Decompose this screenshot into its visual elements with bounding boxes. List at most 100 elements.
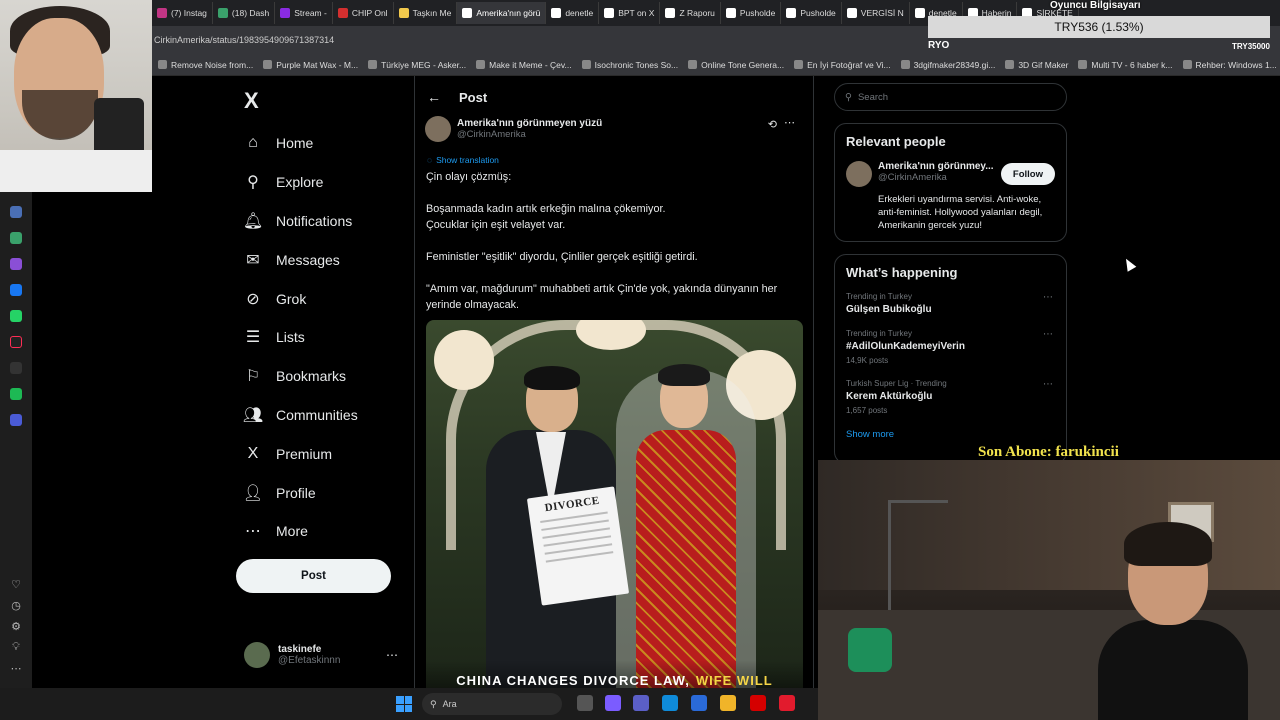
back-arrow-icon[interactable]: ← — [427, 89, 441, 105]
relevant-person[interactable]: Amerika'nın görünmey... @CirkinAmerika F… — [846, 161, 1055, 187]
file-explorer-icon[interactable] — [720, 695, 736, 711]
trend-item[interactable]: Trending in Turkey #AdilOlunKademeyiVerin… — [846, 329, 1055, 365]
browser-tab[interactable]: Z Raporu — [660, 2, 721, 24]
trend-item[interactable]: Turkish Super Lig · Trending Kerem Aktürk… — [846, 379, 1055, 415]
browser-tab[interactable]: (7) Instag — [152, 2, 213, 24]
bookmark-item[interactable]: Purple Mat Wax - M... — [263, 60, 358, 70]
bookmark-item[interactable]: Online Tone Genera... — [688, 60, 784, 70]
more-icon[interactable]: ⋯ — [784, 116, 795, 129]
show-translation-link[interactable]: ◌ Show translation — [427, 155, 499, 165]
rail-app-icon[interactable] — [10, 258, 22, 270]
stock-ticker: TRY536 (1.53%) — [928, 16, 1270, 38]
rail-tiktok-icon[interactable] — [10, 336, 22, 348]
tab-favicon-icon — [725, 8, 736, 18]
bookmark-item[interactable]: Make it Meme - Çev... — [476, 60, 572, 70]
rail-app-icon[interactable] — [10, 414, 22, 426]
nav-item-premium[interactable]: X Premium — [244, 434, 414, 473]
nav-item-home[interactable]: ⌂ Home — [244, 124, 414, 163]
tweet-image[interactable]: DIVORCE CHINA CHANGES DIVORCE LAW, WIFE … — [426, 320, 803, 700]
search-input[interactable]: ⚲ Search — [834, 83, 1067, 111]
nav-item-messages[interactable]: ✉ Messages — [244, 240, 414, 279]
nav-item-communities[interactable]: 👥︎ Communities — [243, 396, 414, 435]
bookmark-item[interactable]: Türkiye MEG - Asker... — [368, 60, 466, 70]
streamer-hair — [1124, 522, 1212, 566]
browser-tab[interactable]: CHIP Onl — [333, 2, 394, 24]
gear-icon[interactable]: ⚙ — [4, 620, 28, 641]
post-button[interactable]: Post — [236, 559, 391, 593]
trend-list: Trending in Turkey Gülşen Bubikoğlu ⋯ Trend… — [846, 292, 1055, 415]
bulb-icon[interactable]: 💡︎ — [4, 641, 28, 662]
nav-item-profile[interactable]: 👤︎ Profile — [243, 473, 414, 512]
avatar[interactable] — [846, 161, 872, 187]
browser-tab[interactable]: Stream - — [275, 2, 333, 24]
tab-label: Pusholde — [739, 8, 776, 18]
account-switcher[interactable]: taskinefe @Efetaskinnn ⋯ — [244, 642, 404, 668]
bookmark-item[interactable]: 3D Gif Maker — [1005, 60, 1068, 70]
rail-whatsapp-icon[interactable] — [10, 310, 22, 322]
relevant-person-handle: @CirkinAmerika — [878, 172, 947, 183]
rail-app-icon[interactable] — [10, 206, 22, 218]
opera-icon[interactable] — [750, 695, 766, 711]
bookmark-favicon-icon — [368, 60, 378, 69]
rail-chatgpt-icon[interactable] — [10, 232, 22, 244]
browser-tab[interactable]: Pusholde — [721, 2, 782, 24]
nav-item-grok[interactable]: ⊘ Grok — [244, 279, 414, 318]
show-translation-label: Show translation — [436, 155, 499, 165]
browser-tab[interactable]: BPT on X — [599, 2, 661, 24]
browser-tab[interactable]: (18) Dash — [213, 2, 276, 24]
page-title: Post — [459, 89, 488, 105]
more-icon[interactable]: ⋯ — [1043, 329, 1053, 340]
bookmark-item[interactable]: Remove Noise from... — [158, 60, 253, 70]
browser-tab[interactable]: Amerika'nın görü — [457, 2, 547, 24]
bookmark-item[interactable]: Isochronic Tones So... — [581, 60, 678, 70]
author-avatar[interactable] — [425, 116, 451, 142]
teams-icon[interactable] — [633, 695, 649, 711]
browser-tab[interactable]: VERGİSİ N — [842, 2, 910, 24]
tab-label: Stream - — [294, 8, 327, 18]
x-logo[interactable]: X — [244, 88, 259, 114]
author-handle[interactable]: @CirkinAmerika — [457, 129, 602, 140]
browser-tab[interactable]: denetle — [546, 2, 600, 24]
bookmark-item[interactable]: 3dgifmaker28349.gi... — [900, 60, 995, 70]
grok-icon[interactable]: ⟲ — [768, 118, 777, 131]
relevant-person-name[interactable]: Amerika'nın görünmey... — [878, 161, 994, 172]
author-name[interactable]: Amerika'nın görünmeyen yüzü — [457, 118, 602, 129]
trend-item[interactable]: Trending in Turkey Gülşen Bubikoğlu ⋯ — [846, 292, 1055, 315]
app-icon[interactable] — [779, 695, 795, 711]
bell-icon: 🔔︎ — [242, 212, 264, 230]
bookmark-item[interactable]: En İyi Fotoğraf ve Vi... — [794, 60, 891, 70]
edge-icon[interactable] — [662, 695, 678, 711]
browser-tab[interactable]: Taşkın Me — [394, 2, 458, 24]
more-icon[interactable]: ⋯ — [4, 662, 28, 683]
nav-item-explore[interactable]: ⚲ Explore — [244, 163, 414, 202]
nav-item-bookmarks[interactable]: ⚐ Bookmarks — [244, 357, 414, 396]
whats-happening-title: What’s happening — [846, 265, 958, 280]
copilot-icon[interactable] — [605, 695, 621, 711]
url-text[interactable]: CirkinAmerika/status/1983954909671387314 — [154, 35, 334, 45]
nav-item-more[interactable]: ⋯ More — [244, 512, 414, 551]
home-icon: ⌂ — [248, 134, 258, 152]
task-view-icon[interactable] — [577, 695, 593, 711]
bookmark-label: Online Tone Genera... — [701, 59, 785, 70]
bookmark-label: Türkiye MEG - Asker... — [381, 59, 467, 70]
store-icon[interactable] — [691, 695, 707, 711]
streamer-webcam-bottom — [818, 460, 1280, 720]
more-icon[interactable]: ⋯ — [1043, 379, 1053, 390]
bookmark-item[interactable]: Multi TV - 6 haber k... — [1078, 60, 1173, 70]
taskbar-search[interactable]: ⚲ Ara — [422, 693, 562, 715]
windows-start-icon[interactable] — [396, 696, 412, 712]
tab-favicon-icon — [217, 8, 228, 18]
bookmark-item[interactable]: Rehber: Windows 1... — [1182, 60, 1277, 70]
nav-item-lists[interactable]: ☰ Lists — [244, 318, 414, 357]
more-icon[interactable]: ⋯ — [386, 648, 398, 662]
browser-tab[interactable]: Pusholde — [781, 2, 842, 24]
rail-spotify-icon[interactable] — [10, 388, 22, 400]
rail-messenger-icon[interactable] — [10, 284, 22, 296]
show-more-link[interactable]: Show more — [846, 429, 1055, 440]
follow-button[interactable]: Follow — [1000, 163, 1055, 185]
nav-item-notifications[interactable]: 🔔︎ Notifications — [242, 202, 414, 241]
heart-icon[interactable]: ♡ — [4, 578, 28, 599]
rail-x-icon[interactable] — [10, 362, 22, 374]
clock-icon[interactable]: ◷ — [4, 599, 28, 620]
more-icon[interactable]: ⋯ — [1043, 292, 1053, 303]
